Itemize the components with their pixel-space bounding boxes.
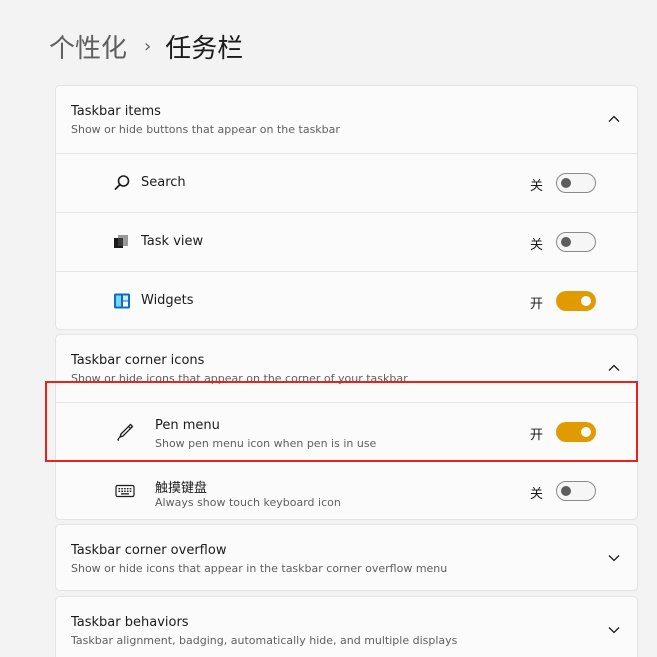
toggle-state-text: 关	[530, 179, 544, 194]
page-title: 任务栏	[165, 34, 244, 64]
setting-row-pen-menu: Pen menu Show pen menu icon when pen is …	[56, 402, 637, 461]
task-view-icon	[114, 235, 128, 248]
taskbar-settings-page: 个性化 › 任务栏 Taskbar items Show or hide but…	[0, 0, 657, 657]
task-view-toggle[interactable]	[556, 232, 596, 252]
section-title: Taskbar items	[71, 104, 161, 119]
section-description: Taskbar alignment, badging, automaticall…	[71, 634, 458, 647]
widgets-icon	[114, 293, 130, 309]
section-description: Show or hide buttons that appear on the …	[71, 123, 340, 136]
setting-description: Show pen menu icon when pen is in use	[155, 437, 377, 450]
behaviors-section[interactable]: Taskbar behaviors Taskbar alignment, bad…	[55, 596, 638, 657]
section-title: Taskbar behaviors	[71, 615, 189, 630]
touch-keyboard-toggle[interactable]	[556, 481, 596, 501]
section-description: Show or hide icons that appear on the co…	[71, 372, 408, 385]
corner-overflow-section[interactable]: Taskbar corner overflow Show or hide ico…	[55, 524, 638, 591]
corner-icons-section: Taskbar corner icons Show or hide icons …	[55, 334, 638, 520]
keyboard-icon	[115, 484, 135, 498]
setting-row-touch-keyboard: 触摸键盘 Always show touch keyboard icon 关	[56, 461, 637, 519]
toggle-state-text: 关	[530, 238, 544, 253]
breadcrumb: 个性化 › 任务栏	[49, 28, 243, 65]
section-title: Taskbar corner icons	[71, 353, 205, 368]
search-toggle[interactable]	[556, 173, 596, 193]
chevron-down-icon[interactable]	[607, 551, 621, 565]
setting-label: Pen menu	[155, 418, 220, 433]
widgets-toggle[interactable]	[556, 291, 596, 311]
search-icon	[114, 175, 130, 190]
toggle-state-text: 开	[530, 297, 544, 312]
setting-description: Always show touch keyboard icon	[155, 496, 341, 509]
chevron-down-icon[interactable]	[607, 623, 621, 637]
section-title: Taskbar corner overflow	[71, 543, 227, 558]
pen-icon	[117, 423, 134, 441]
setting-row-task-view: Task view 关	[56, 212, 637, 271]
toggle-state-text: 关	[530, 487, 544, 502]
chevron-up-icon[interactable]	[607, 361, 621, 375]
pen-menu-toggle[interactable]	[556, 422, 596, 442]
setting-row-widgets: Widgets 开	[56, 271, 637, 329]
setting-label: 触摸键盘	[155, 481, 208, 496]
corner-icons-header[interactable]: Taskbar corner icons Show or hide icons …	[56, 335, 637, 402]
taskbar-items-header[interactable]: Taskbar items Show or hide buttons that …	[56, 86, 637, 153]
section-description: Show or hide icons that appear in the ta…	[71, 562, 448, 575]
breadcrumb-separator: ›	[144, 36, 152, 57]
setting-label: Widgets	[141, 293, 194, 308]
toggle-state-text: 开	[530, 428, 544, 443]
breadcrumb-parent[interactable]: 个性化	[49, 28, 127, 65]
setting-row-search: Search 关	[56, 153, 637, 212]
setting-label: Task view	[141, 234, 204, 249]
chevron-up-icon[interactable]	[607, 112, 621, 126]
setting-label: Search	[141, 175, 186, 190]
taskbar-items-section: Taskbar items Show or hide buttons that …	[55, 85, 638, 330]
